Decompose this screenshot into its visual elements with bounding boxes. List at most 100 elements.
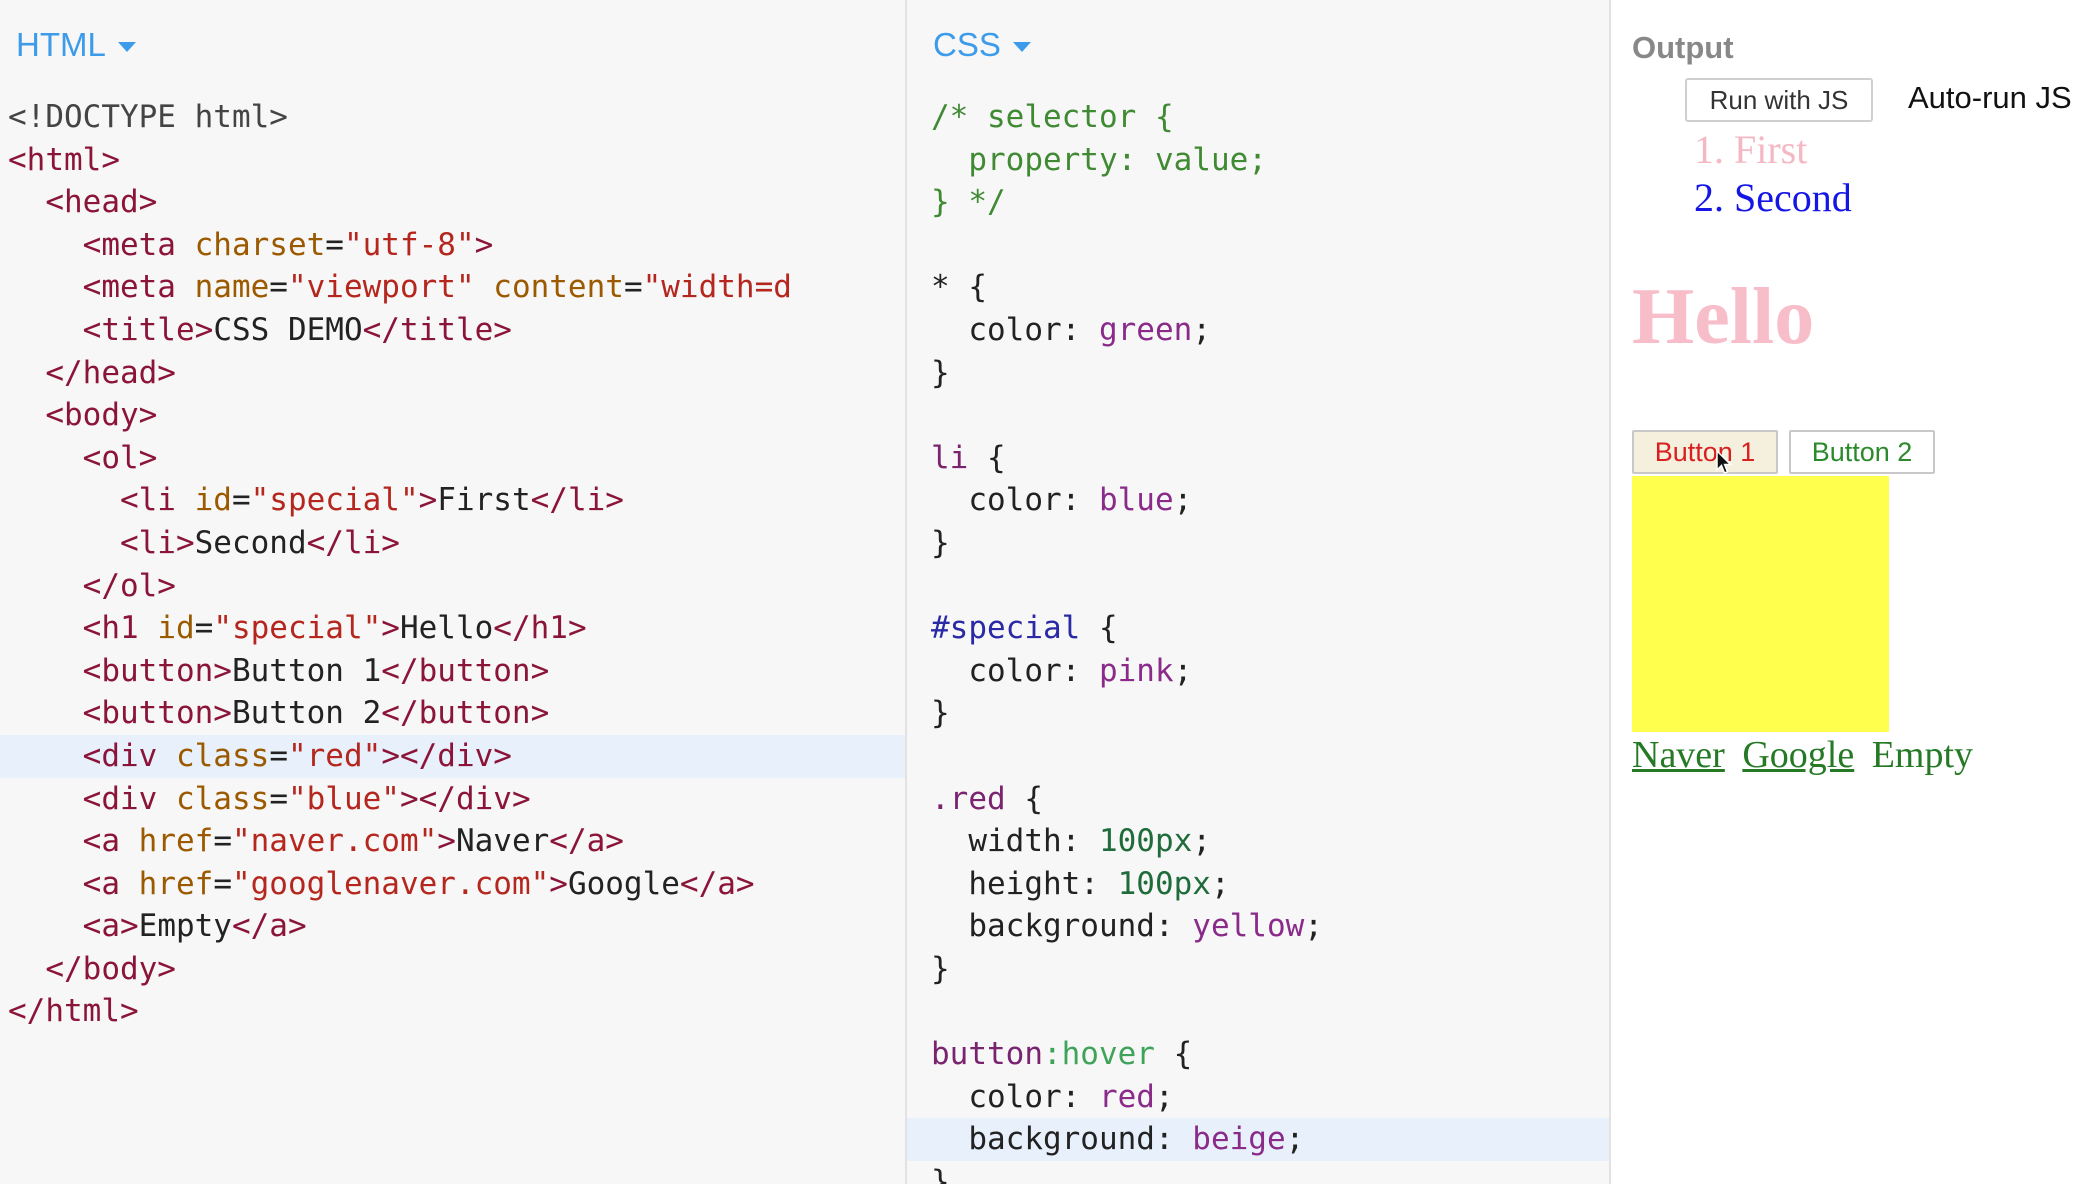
css-panel-dropdown[interactable]: CSS [933, 26, 1031, 64]
html-code-token: <meta [82, 269, 195, 306]
html-code-token [8, 653, 83, 689]
css-code-token: /* selector { [931, 99, 1174, 135]
css-code-line[interactable]: background: beige; [907, 1118, 1609, 1161]
html-code-line[interactable]: </ol> [0, 565, 905, 608]
css-code-line[interactable] [923, 565, 1609, 608]
output-button-1[interactable]: Button 1 [1632, 430, 1778, 474]
css-code-token: ; [1192, 311, 1211, 348]
html-code-line[interactable]: <h1 id="special">Hello</h1> [0, 607, 905, 650]
css-code-line[interactable]: button:hover { [923, 1033, 1609, 1076]
html-code-line[interactable]: <a>Empty</a> [0, 905, 905, 948]
html-code-line[interactable]: <html> [0, 139, 905, 182]
html-code-line[interactable]: </body> [0, 948, 905, 991]
html-panel-label: HTML [16, 26, 106, 63]
html-code-token: </a> [679, 865, 755, 902]
css-code-line[interactable]: color: red; [923, 1076, 1609, 1119]
css-code-editor[interactable]: /* selector { property: value;} */ * { c… [907, 96, 1609, 1184]
html-code-token: CSS DEMO [213, 311, 363, 348]
css-code-line[interactable]: color: blue; [923, 479, 1609, 522]
html-code-line[interactable]: <body> [0, 394, 905, 437]
css-code-line[interactable]: /* selector { [923, 96, 1609, 139]
auto-run-js-label[interactable]: Auto-run JS [1908, 80, 2072, 116]
html-code-line[interactable]: <head> [0, 181, 905, 224]
html-code-token [8, 866, 83, 902]
html-code-token: <title> [82, 311, 214, 348]
html-code-line[interactable]: <meta charset="utf-8"> [0, 224, 905, 267]
css-code-line[interactable] [923, 224, 1609, 267]
output-button-2[interactable]: Button 2 [1789, 430, 1935, 474]
html-code-editor[interactable]: <!DOCTYPE html> <html> <head> <meta chars… [0, 96, 905, 1033]
css-code-token: ; [1285, 1121, 1305, 1158]
html-code-token: <button> [82, 695, 232, 732]
css-code-line[interactable]: } [923, 522, 1609, 565]
css-code-line[interactable]: li { [923, 437, 1609, 480]
html-code-token: href [138, 865, 214, 902]
html-code-token: "special" [250, 482, 419, 519]
html-code-token: <html> [8, 141, 120, 178]
html-code-line[interactable]: <a href="naver.com">Naver</a> [0, 820, 905, 863]
html-code-line[interactable]: <div class="blue"></div> [0, 778, 905, 821]
css-code-line[interactable]: color: pink; [923, 650, 1609, 693]
css-code-token: background: [931, 1121, 1193, 1158]
html-code-token: content [493, 269, 624, 306]
css-code-token: green [1098, 311, 1193, 348]
html-code-line[interactable]: <li>Second</li> [0, 522, 905, 565]
html-code-token: </li> [530, 482, 624, 519]
html-code-token: </title> [362, 311, 512, 348]
html-code-line[interactable]: </head> [0, 352, 905, 395]
html-code-token: > [381, 610, 400, 647]
html-code-token: Button 2 [231, 695, 382, 732]
run-with-js-button[interactable]: Run with JS [1685, 78, 1873, 122]
html-code-line[interactable]: <button>Button 2</button> [0, 692, 905, 735]
css-code-token: ; [1154, 1078, 1174, 1115]
css-code-line[interactable]: background: yellow; [923, 905, 1609, 948]
empty-link[interactable]: Empty [1872, 734, 1973, 776]
naver-link[interactable]: Naver [1632, 734, 1725, 776]
css-code-token: color: [931, 311, 1099, 348]
html-code-token: </button> [381, 652, 550, 689]
css-code-line[interactable]: } [923, 692, 1609, 735]
html-code-token: Second [194, 524, 307, 561]
css-code-token: yellow [1192, 908, 1305, 945]
html-code-line[interactable]: <div class="red"></div> [0, 734, 905, 778]
css-code-line[interactable]: color: green; [923, 309, 1609, 352]
output-panel: Output Run with JS Auto-run JS 1. First … [1611, 0, 2098, 1184]
css-code-token: { [968, 439, 1006, 476]
css-code-token: ; [1173, 482, 1193, 519]
html-code-token: </a> [231, 908, 307, 945]
html-code-token: <meta [82, 226, 195, 263]
css-code-line[interactable]: } */ [923, 181, 1609, 224]
html-code-token [8, 440, 83, 476]
html-code-token: Google [567, 865, 680, 902]
css-code-line[interactable]: #special { [923, 607, 1609, 650]
css-panel-label: CSS [933, 26, 1001, 63]
css-code-line[interactable] [923, 735, 1609, 778]
google-link[interactable]: Google [1742, 734, 1854, 776]
css-code-line[interactable]: .red { [923, 778, 1609, 821]
html-code-token: <a> [82, 908, 139, 945]
css-code-line[interactable]: property: value; [923, 139, 1609, 182]
css-code-line[interactable]: width: 100px; [923, 820, 1609, 863]
html-code-line[interactable]: <li id="special">First</li> [0, 479, 905, 522]
css-code-line[interactable] [923, 394, 1609, 437]
css-code-line[interactable]: } [923, 352, 1609, 395]
css-editor-panel: CSS /* selector { property: value;} */ *… [907, 0, 1611, 1184]
html-code-token: </ol> [82, 567, 176, 604]
html-code-line[interactable]: </html> [0, 990, 905, 1033]
css-code-line[interactable]: } [923, 948, 1609, 991]
html-code-line[interactable]: <button>Button 1</button> [0, 650, 905, 693]
css-code-token: blue [1098, 482, 1174, 519]
html-code-line[interactable]: <meta name="viewport" content="width=d [0, 266, 905, 309]
css-code-line[interactable]: height: 100px; [923, 863, 1609, 906]
html-code-token: <div [82, 780, 176, 817]
html-code-line[interactable]: <!DOCTYPE html> [0, 96, 905, 139]
html-code-token: "googlenaver.com" [231, 865, 550, 902]
html-code-line[interactable]: <a href="googlenaver.com">Google</a> [0, 863, 905, 906]
output-ordered-list: 1. First 2. Second [1694, 126, 1852, 222]
html-panel-dropdown[interactable]: HTML [16, 26, 136, 64]
css-code-line[interactable] [923, 990, 1609, 1033]
html-code-line[interactable]: <ol> [0, 437, 905, 480]
html-code-line[interactable]: <title>CSS DEMO</title> [0, 309, 905, 352]
css-code-line[interactable]: } [923, 1161, 1609, 1184]
css-code-line[interactable]: * { [923, 266, 1609, 309]
